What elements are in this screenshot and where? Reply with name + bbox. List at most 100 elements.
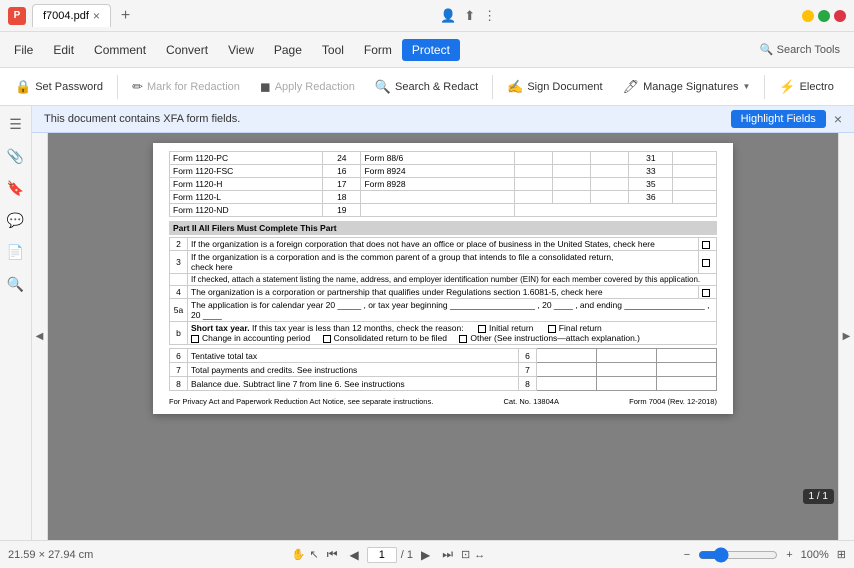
manage-signatures-button[interactable]: 🖊 Manage Signatures ▼ [614, 74, 760, 100]
doc-canvas[interactable]: Form 1120-PC 24 Form 88/6 31 Form 1120 [48, 133, 838, 540]
line-num-8: 8 [170, 377, 188, 391]
table-cell: 31 [629, 152, 673, 165]
doc-wrapper: ◀ Form 1120-PC 24 For [32, 133, 854, 540]
menu-form[interactable]: Form [354, 39, 402, 61]
table-cell [591, 191, 629, 204]
xfa-close-icon[interactable]: × [834, 111, 842, 127]
cat-text: Cat. No. 13804A [504, 397, 559, 406]
sign-document-button[interactable]: ✍ Sign Document [498, 74, 611, 100]
menu-file[interactable]: File [4, 39, 43, 61]
search-redact-button[interactable]: 🔍 Search & Redact [366, 74, 487, 100]
main-content: ☰ 📎 🔖 💬 📄 🔍 This document contains XFA f… [0, 106, 854, 540]
line7-text: Total payments and credits. See instruct… [188, 363, 519, 377]
table-cell [361, 204, 514, 217]
table-cell: 19 [323, 204, 361, 217]
next-page-button[interactable]: ▶ [417, 546, 434, 564]
scroll-right-arrow[interactable]: ▶ [838, 133, 854, 540]
menu-convert[interactable]: Convert [156, 39, 218, 61]
first-page-button[interactable]: ⏮ [323, 545, 342, 564]
line8-val: 8 [519, 377, 537, 391]
line-num-6: 6 [170, 349, 188, 363]
mark-redaction-button[interactable]: ✏ Mark for Redaction [123, 74, 249, 100]
table-cell [514, 191, 552, 204]
zoom-out-icon[interactable]: − [684, 549, 690, 561]
line-num-4: 4 [170, 286, 188, 299]
zoom-slider[interactable] [698, 547, 778, 563]
tab-close-icon[interactable]: × [93, 9, 100, 23]
electro-button[interactable]: ⚡ Electro [770, 74, 842, 100]
sidebar-icon-comments[interactable]: 💬 [2, 206, 30, 234]
apply-redaction-label: Apply Redaction [275, 81, 355, 93]
line6-box1 [537, 349, 597, 363]
sidebar-icon-search[interactable]: 🔍 [2, 270, 30, 298]
maximize-button[interactable] [818, 10, 830, 22]
table-cell [591, 165, 629, 178]
new-tab-button[interactable]: + [117, 7, 134, 25]
zoom-level: 100% [801, 549, 829, 561]
privacy-text: For Privacy Act and Paperwork Reduction … [169, 397, 433, 406]
fit-icon[interactable]: ⊞ [837, 548, 846, 561]
apply-redaction-button[interactable]: ◼ Apply Redaction [251, 74, 364, 100]
user-icon: 👤 [440, 8, 456, 24]
zoom-in-icon[interactable]: + [786, 549, 792, 561]
highlight-fields-button[interactable]: Highlight Fields [731, 110, 826, 128]
arrow-icon[interactable]: ↖ [310, 548, 319, 561]
left-sidebar: ☰ 📎 🔖 💬 📄 🔍 [0, 106, 32, 540]
doc-page: Form 1120-PC 24 Form 88/6 31 Form 1120 [153, 143, 733, 414]
menu-comment[interactable]: Comment [84, 39, 156, 61]
line7-box3 [657, 363, 717, 377]
menu-page[interactable]: Page [264, 39, 312, 61]
status-bar: 21.59 × 27.94 cm ✋ ↖ ⏮ ◀ / 1 ▶ ⏭ ⊡ ↔ − +… [0, 540, 854, 568]
search-tools[interactable]: 🔍 Search Tools [750, 39, 850, 60]
menu-edit[interactable]: Edit [43, 39, 84, 61]
title-bar-left: P f7004.pdf × + [8, 4, 134, 27]
mark-redaction-label: Mark for Redaction [147, 81, 240, 93]
table-cell [673, 165, 717, 178]
menu-view[interactable]: View [218, 39, 264, 61]
toolbar: 🔒 Set Password ✏ Mark for Redaction ◼ Ap… [0, 68, 854, 106]
table-cell [514, 165, 552, 178]
note-text: If checked, attach a statement listing t… [188, 274, 717, 286]
fit-width-icon[interactable]: ↔ [474, 549, 485, 561]
set-password-button[interactable]: 🔒 Set Password [6, 74, 112, 100]
doc-footer: For Privacy Act and Paperwork Reduction … [169, 397, 717, 406]
table-cell: 36 [629, 191, 673, 204]
menu-tool[interactable]: Tool [312, 39, 354, 61]
more-icon[interactable]: ⋮ [483, 8, 496, 24]
search-redact-label: Search & Redact [395, 81, 478, 93]
scroll-left-arrow[interactable]: ◀ [32, 133, 48, 540]
cursor-icon[interactable]: ✋ [292, 548, 306, 561]
table-cell: 33 [629, 165, 673, 178]
table-cell [361, 191, 514, 204]
sidebar-icon-bookmarks[interactable]: 🔖 [2, 174, 30, 202]
form-num-text: Form 7004 (Rev. 12-2018) [629, 397, 717, 406]
sidebar-icon-attachments[interactable]: 📎 [2, 142, 30, 170]
line8-box1 [537, 377, 597, 391]
table-cell [552, 178, 590, 191]
file-tab[interactable]: f7004.pdf × [32, 4, 111, 27]
doc-area: This document contains XFA form fields. … [32, 106, 854, 540]
minimize-button[interactable] [802, 10, 814, 22]
table-cell [552, 191, 590, 204]
menu-protect[interactable]: Protect [402, 39, 460, 61]
line6-text: Tentative total tax [188, 349, 519, 363]
status-left: 21.59 × 27.94 cm [8, 549, 93, 561]
sidebar-icon-pages[interactable]: 📄 [2, 238, 30, 266]
sep1 [117, 75, 118, 99]
table-cell [673, 178, 717, 191]
line4-text: The organization is a corporation or par… [188, 286, 699, 299]
table-cell: Form 1120-ND [170, 204, 323, 217]
sidebar-icon-menu[interactable]: ☰ [2, 110, 30, 138]
xfa-notification-bar: This document contains XFA form fields. … [32, 106, 854, 133]
table-cell [552, 152, 590, 165]
prev-page-button[interactable]: ◀ [346, 546, 363, 564]
xfa-message: This document contains XFA form fields. [44, 113, 240, 125]
fit-page-icon[interactable]: ⊡ [461, 548, 470, 561]
close-button[interactable] [834, 10, 846, 22]
lines-6-8-table: 6 Tentative total tax 6 7 Total payments… [169, 348, 717, 391]
menu-bar: File Edit Comment Convert View Page Tool… [0, 32, 854, 68]
last-page-button[interactable]: ⏭ [438, 545, 457, 564]
line5b-text: Short tax year. If this tax year is less… [188, 322, 717, 345]
table-cell: 35 [629, 178, 673, 191]
page-number-input[interactable] [367, 547, 397, 563]
